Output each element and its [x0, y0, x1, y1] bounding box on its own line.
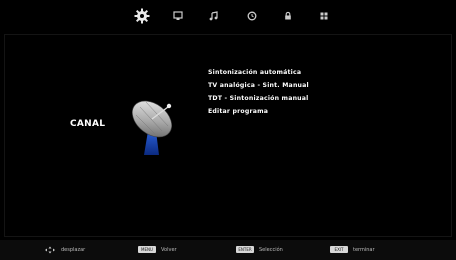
tab-settings[interactable] — [134, 8, 150, 24]
tab-time[interactable] — [244, 8, 260, 24]
channel-menu-list: Sintonización automática TV analógica - … — [208, 66, 309, 118]
tab-setup[interactable] — [316, 8, 332, 24]
tab-picture[interactable] — [170, 8, 186, 24]
menu-item-edit-program[interactable]: Editar programa — [208, 105, 309, 118]
hint-select: ENTER Selección — [236, 246, 283, 253]
menu-item-dtv-manual-tuning[interactable]: TDT - Sintonización manual — [208, 92, 309, 105]
music-note-icon — [209, 11, 218, 21]
top-menu-bar — [0, 0, 456, 32]
menu-item-analog-manual-tuning[interactable]: TV analógica - Sint. Manual — [208, 79, 309, 92]
menu-item-auto-tuning[interactable]: Sintonización automática — [208, 66, 309, 79]
hint-move-label: desplazar — [61, 247, 86, 253]
exit-key: EXIT — [330, 246, 348, 253]
monitor-icon — [173, 11, 183, 20]
hint-exit-label: terminar — [353, 246, 375, 253]
hint-back: MENU Volver — [138, 246, 177, 253]
menu-key: MENU — [138, 246, 156, 253]
gear-icon — [134, 8, 150, 24]
hint-move: desplazar — [44, 246, 85, 254]
hint-back-label: Volver — [161, 246, 177, 253]
enter-key: ENTER — [236, 246, 254, 253]
dpad-arrows-icon — [45, 246, 55, 254]
lock-icon — [285, 11, 291, 20]
menu-panel — [4, 34, 452, 237]
grid-icon — [320, 12, 328, 20]
clock-icon — [247, 11, 257, 21]
satellite-dish-icon — [132, 100, 172, 155]
hint-select-label: Selección — [259, 246, 283, 253]
tab-sound[interactable] — [206, 8, 222, 24]
section-title: CANAL — [70, 119, 106, 129]
tab-lock[interactable] — [280, 8, 296, 24]
hint-exit: EXIT terminar — [330, 246, 375, 253]
footer-hint-bar: desplazar MENU Volver ENTER Selección EX… — [0, 240, 456, 260]
